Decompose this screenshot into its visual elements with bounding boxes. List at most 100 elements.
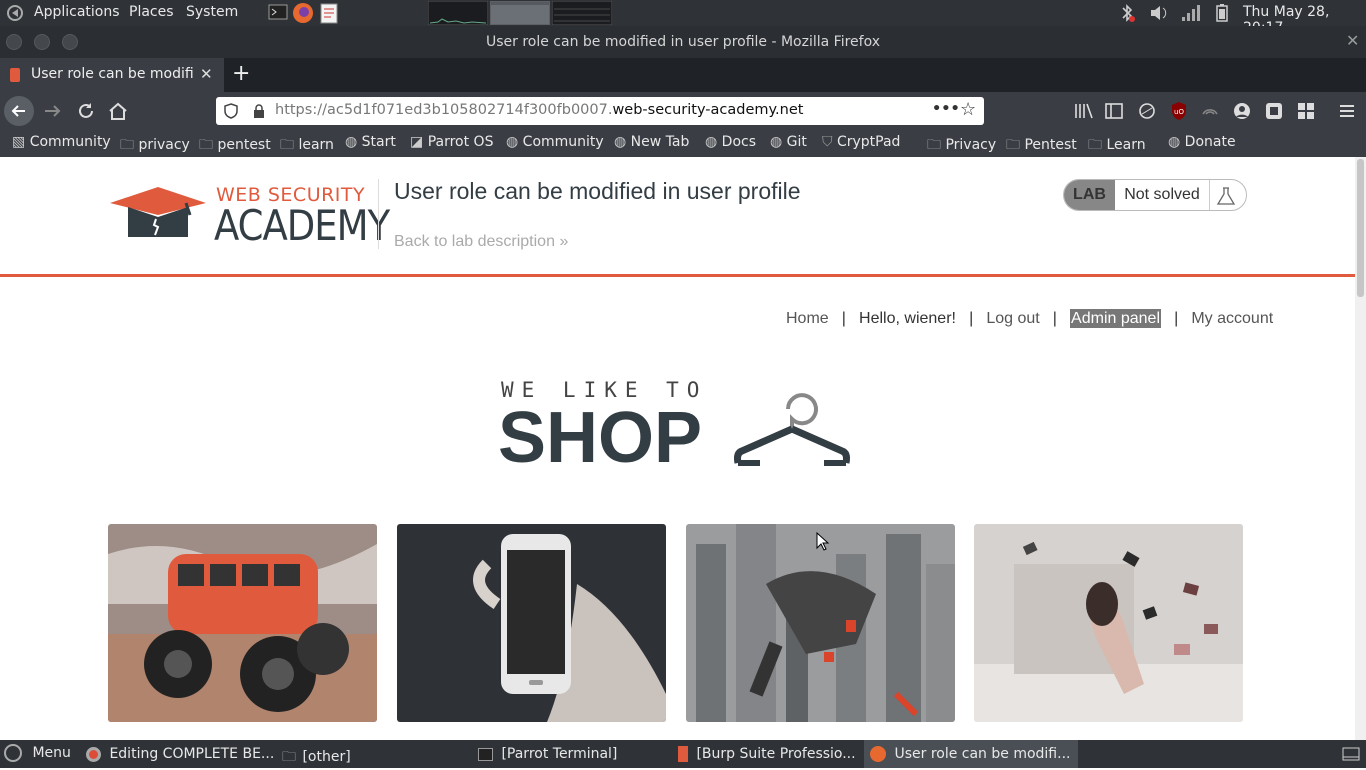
product-image-monster-van[interactable] [108, 524, 377, 722]
portswigger-favicon-icon [10, 68, 20, 82]
hamburger-menu-icon[interactable] [1338, 102, 1356, 124]
taskbar-item-burp[interactable]: [Burp Suite Professio... [678, 746, 856, 762]
bookmark-folder-learn-2[interactable]: 🗀 Learn [1088, 134, 1146, 158]
firefox-icon [870, 746, 886, 762]
new-tab-button[interactable]: + [232, 61, 250, 86]
extensions-grid-icon[interactable] [1297, 102, 1315, 124]
network-signal-icon[interactable] [1180, 3, 1202, 27]
firefox-launcher-icon[interactable] [292, 2, 314, 28]
folder-icon: 🗀 [120, 137, 134, 153]
window-close-x-icon[interactable]: ✕ [1346, 31, 1359, 50]
battery-icon[interactable] [1214, 3, 1230, 27]
text-editor-launcher-icon[interactable] [318, 2, 340, 28]
nav-logout-link[interactable]: Log out [986, 310, 1039, 327]
page-scrollbar[interactable] [1355, 157, 1366, 740]
bookmark-docs[interactable]: ◍ Docs [705, 134, 756, 150]
lab-status-text: Not solved [1115, 180, 1210, 210]
flask-icon [1214, 186, 1238, 210]
bottom-taskbar: Menu Editing COMPLETE BE... 🗀 [other] [P… [0, 740, 1366, 768]
bookmarks-toolbar: ▧ Community 🗀 privacy 🗀 pentest 🗀 learn … [0, 130, 1366, 157]
network-extension-icon[interactable] [1201, 102, 1219, 124]
applications-menu[interactable]: Applications [34, 4, 120, 20]
bookmark-start[interactable]: ◍ Start [345, 134, 396, 150]
bookmark-star-icon[interactable]: ☆ [960, 99, 976, 120]
home-button-icon[interactable] [107, 100, 129, 126]
academy-logo[interactable]: WEB SECURITY ACADEMY [108, 184, 390, 250]
bookmark-community[interactable]: ▧ Community [12, 134, 111, 150]
container-extension-icon[interactable] [1265, 102, 1283, 124]
folder-icon: 🗀 [199, 137, 213, 153]
library-icon[interactable] [1074, 102, 1094, 124]
globe-icon: ◍ [345, 134, 358, 150]
taskbar-item-terminal[interactable]: [Parrot Terminal] [478, 746, 617, 762]
url-prefix: https://ac5d1f071ed3b105802714f300fb0007… [275, 102, 613, 118]
cpu-monitor-graph [427, 0, 489, 29]
globe-icon: ◍ [705, 134, 718, 150]
tab-title: User role can be modified in user profil… [31, 66, 194, 82]
sidebar-icon[interactable] [1105, 102, 1123, 124]
nav-admin-panel-link[interactable]: Admin panel [1070, 309, 1161, 328]
tab-active[interactable]: User role can be modified in user profil… [0, 58, 224, 92]
page-viewport: WEB SECURITY ACADEMY User role can be mo… [0, 157, 1355, 740]
taskbar-item-firefox-active[interactable]: User role can be modifi... [864, 740, 1079, 768]
globe-icon: ◍ [1168, 134, 1181, 150]
nav-greeting: Hello, wiener! [859, 310, 956, 327]
volume-icon[interactable] [1148, 3, 1170, 27]
forward-button-icon[interactable] [41, 100, 63, 126]
bookmark-parrot-os[interactable]: ◪ Parrot OS [410, 134, 493, 150]
taskbar-item-editing[interactable]: Editing COMPLETE BE... [86, 746, 274, 762]
bookmark-folder-learn[interactable]: 🗀 learn [280, 134, 334, 158]
page-actions-button[interactable]: ••• [932, 101, 960, 117]
memory-monitor-graph [489, 0, 551, 29]
bookmark-folder-pentest[interactable]: 🗀 pentest [199, 134, 271, 158]
folder-icon: 🗀 [927, 137, 941, 153]
places-menu[interactable]: Places [129, 4, 174, 20]
product-image-phone[interactable] [397, 524, 666, 722]
graduation-cap-icon [110, 187, 206, 237]
reload-button-icon[interactable] [75, 100, 97, 126]
site-info-shield-icon[interactable] [224, 103, 238, 123]
bookmark-folder-privacy-2[interactable]: 🗀 Privacy [927, 134, 996, 158]
url-domain: web-security-academy.net [612, 102, 804, 118]
bookmark-new-tab[interactable]: ◍ New Tab [614, 134, 689, 150]
cryptpad-icon: ⛉ [822, 134, 833, 150]
network-monitor-graph [551, 0, 613, 29]
taskbar-menu-button[interactable]: Menu [4, 744, 71, 762]
product-image-floating-books[interactable] [974, 524, 1243, 722]
back-to-lab-link[interactable]: Back to lab description » [394, 233, 568, 251]
ublock-origin-icon[interactable]: uO [1170, 101, 1188, 125]
tab-close-icon[interactable]: ✕ [200, 65, 213, 83]
system-menu[interactable]: System [186, 4, 238, 20]
chromium-icon [86, 746, 101, 762]
parrot-icon: ◪ [410, 134, 424, 150]
back-button-icon[interactable] [4, 96, 34, 126]
lock-icon[interactable] [252, 103, 266, 123]
terminal-icon [478, 747, 493, 761]
bookmark-git[interactable]: ◍ Git [770, 134, 807, 150]
account-extension-icon[interactable] [1233, 102, 1251, 124]
terminal-launcher-icon[interactable] [268, 3, 288, 25]
bookmark-community-2[interactable]: ◍ Community [506, 134, 604, 150]
folder-icon: 🗀 [280, 137, 294, 153]
system-top-bar: Applications Places System Thu May 28, 2… [0, 0, 1366, 36]
folder-icon: 🗀 [1088, 137, 1102, 153]
bookmark-donate[interactable]: ◍ Donate [1168, 134, 1236, 150]
bookmark-folder-pentest-2[interactable]: 🗀 Pentest [1006, 134, 1077, 158]
bookmark-folder-privacy[interactable]: 🗀 privacy [120, 134, 190, 158]
taskbar-item-other[interactable]: 🗀 [other] [282, 746, 351, 770]
screenshot-extension-icon[interactable] [1138, 102, 1156, 124]
bookmark-cryptpad[interactable]: ⛉ CryptPad [822, 134, 900, 150]
parrot-menu-icon[interactable] [6, 4, 24, 26]
globe-icon: ◍ [614, 134, 627, 150]
scrollbar-thumb[interactable] [1357, 159, 1364, 297]
browser-tab-strip: User role can be modified in user profil… [0, 58, 1366, 92]
double-chevron-right-icon: » [559, 233, 569, 250]
show-desktop-icon[interactable] [1342, 745, 1360, 767]
lab-label: LAB [1064, 180, 1115, 210]
nav-home-link[interactable]: Home [786, 310, 829, 327]
address-bar[interactable]: https://ac5d1f071ed3b105802714f300fb0007… [216, 97, 984, 125]
community-icon: ▧ [12, 134, 26, 150]
bluetooth-icon[interactable] [1118, 3, 1136, 27]
nav-my-account-link[interactable]: My account [1191, 310, 1273, 327]
hanger-icon [734, 393, 850, 466]
